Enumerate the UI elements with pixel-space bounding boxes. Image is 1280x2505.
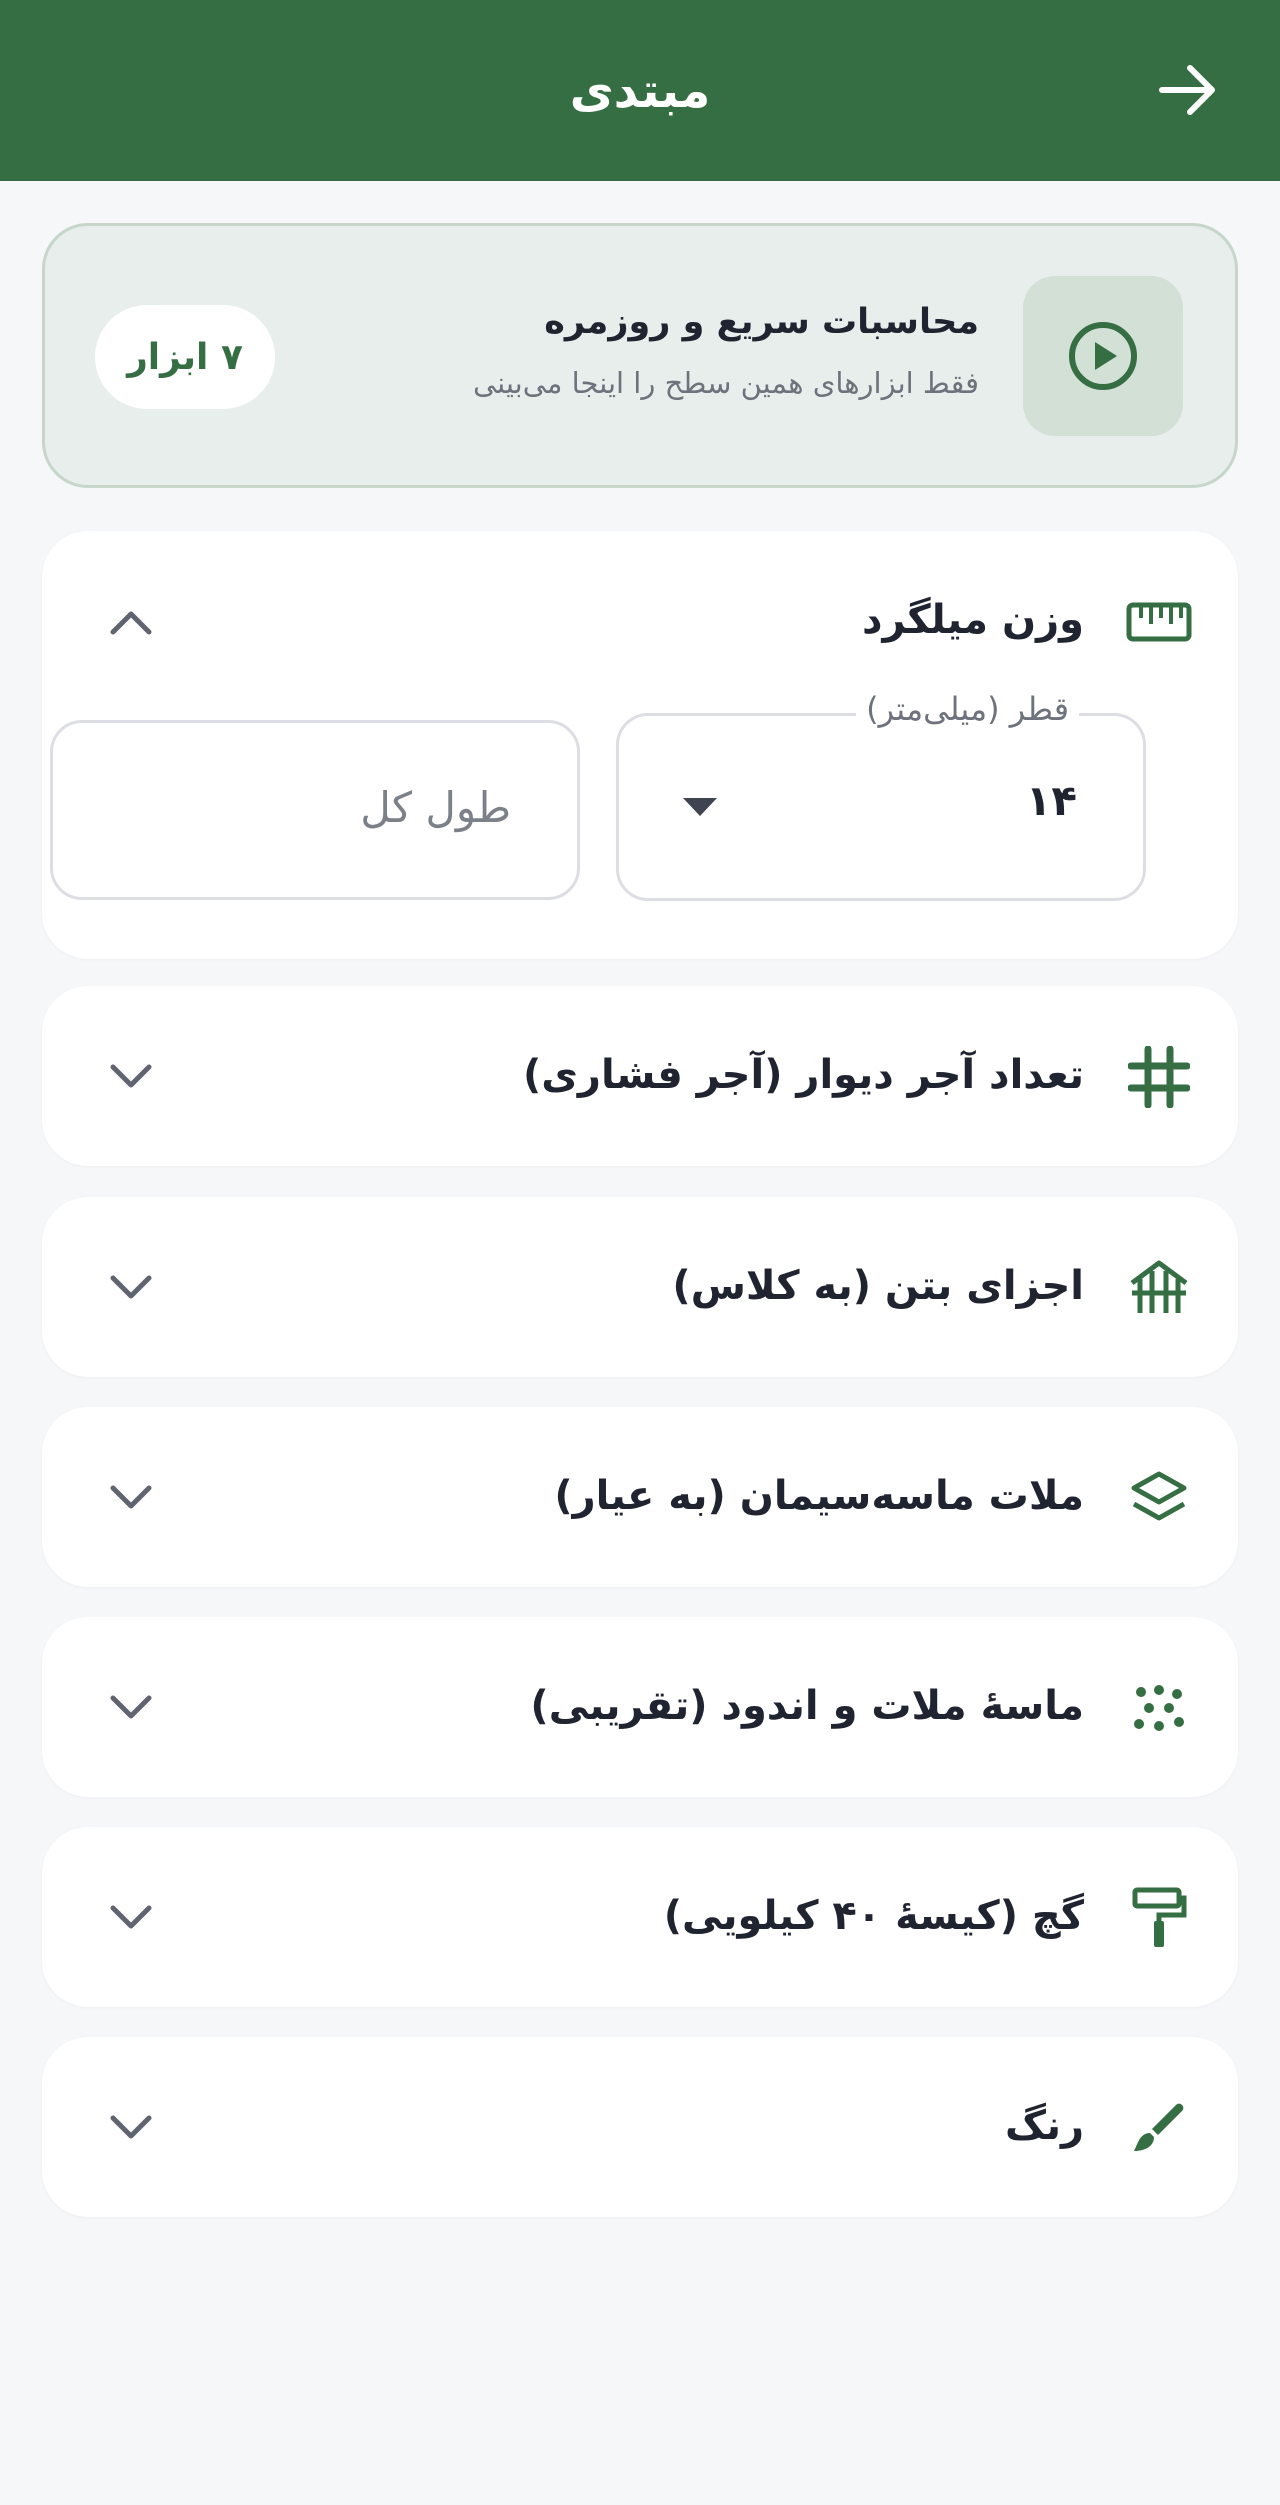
paint-roller-icon — [1126, 1885, 1192, 1951]
dots-icon — [1126, 1675, 1192, 1741]
tool-title: اجزای بتن (به کلاس) — [672, 1263, 1084, 1309]
chevron-down-icon[interactable] — [106, 2103, 156, 2153]
dropdown-arrow-icon — [683, 798, 717, 816]
tool-card-mortar: ملات ماسه‌سیمان (به عیار) — [42, 1407, 1238, 1587]
tool-card-header[interactable]: ملات ماسه‌سیمان (به عیار) — [42, 1407, 1238, 1587]
diameter-label: قطر (میلی‌متر) — [856, 690, 1079, 728]
tool-card-header[interactable]: ماسهٔ ملات و اندود (تقریبی) — [42, 1617, 1238, 1797]
page-title: مبتدی — [569, 62, 711, 119]
tool-card-header[interactable]: وزن میلگرد — [42, 531, 1238, 711]
diameter-select[interactable]: قطر (میلی‌متر) ۱۴ — [616, 690, 1146, 901]
tool-card-brick-count: تعداد آجر دیوار (آجر فشاری) — [42, 986, 1238, 1166]
level-banner: محاسبات سریع و روزمره فقط ابزارهای همین … — [42, 223, 1238, 488]
tool-title: رنگ — [1004, 2103, 1084, 2149]
tool-title: گچ (کیسهٔ ۴۰ کیلویی) — [663, 1893, 1084, 1939]
tool-card-paint: رنگ — [42, 2037, 1238, 2217]
tool-title: وزن میلگرد — [861, 597, 1084, 643]
chevron-down-icon[interactable] — [106, 1683, 156, 1733]
tool-title: ماسهٔ ملات و اندود (تقریبی) — [530, 1683, 1084, 1729]
tool-card-concrete-mix: اجزای بتن (به کلاس) — [42, 1197, 1238, 1377]
tool-card-header[interactable]: اجزای بتن (به کلاس) — [42, 1197, 1238, 1377]
tool-card-header[interactable]: رنگ — [42, 2037, 1238, 2217]
tool-card-sand: ماسهٔ ملات و اندود (تقریبی) — [42, 1617, 1238, 1797]
ruler-icon — [1126, 589, 1192, 655]
tool-card-gypsum: گچ (کیسهٔ ۴۰ کیلویی) — [42, 1827, 1238, 2007]
banner-subtitle: فقط ابزارهای همین سطح را اینجا می‌بینی — [472, 366, 979, 400]
brush-icon — [1126, 2095, 1192, 2161]
banner-title: محاسبات سریع و روزمره — [544, 302, 979, 342]
banner-icon-box — [1023, 276, 1183, 436]
chevron-down-icon[interactable] — [106, 1473, 156, 1523]
play-circle-icon — [1069, 322, 1137, 390]
chevron-down-icon[interactable] — [106, 1052, 156, 1102]
grid-icon — [1126, 1044, 1192, 1110]
tool-title: تعداد آجر دیوار (آجر فشاری) — [522, 1052, 1084, 1098]
app-bar: مبتدی — [0, 0, 1280, 181]
tool-count-badge: ۷ ابزار — [95, 305, 275, 409]
tool-title: ملات ماسه‌سیمان (به عیار) — [554, 1473, 1084, 1519]
total-length-placeholder: طول کل — [360, 783, 511, 832]
chevron-down-icon[interactable] — [106, 1893, 156, 1943]
layers-icon — [1126, 1465, 1192, 1531]
chevron-down-icon[interactable] — [106, 1263, 156, 1313]
tool-card-header[interactable]: تعداد آجر دیوار (آجر فشاری) — [42, 986, 1238, 1166]
total-length-input[interactable]: طول کل — [50, 720, 580, 900]
tool-card-header[interactable]: گچ (کیسهٔ ۴۰ کیلویی) — [42, 1827, 1238, 2007]
arrow-right-icon — [1159, 65, 1215, 115]
diameter-value: ۱۴ — [1025, 776, 1077, 825]
chevron-up-icon[interactable] — [106, 597, 156, 647]
building-icon — [1126, 1255, 1192, 1321]
back-button[interactable] — [1148, 50, 1228, 130]
